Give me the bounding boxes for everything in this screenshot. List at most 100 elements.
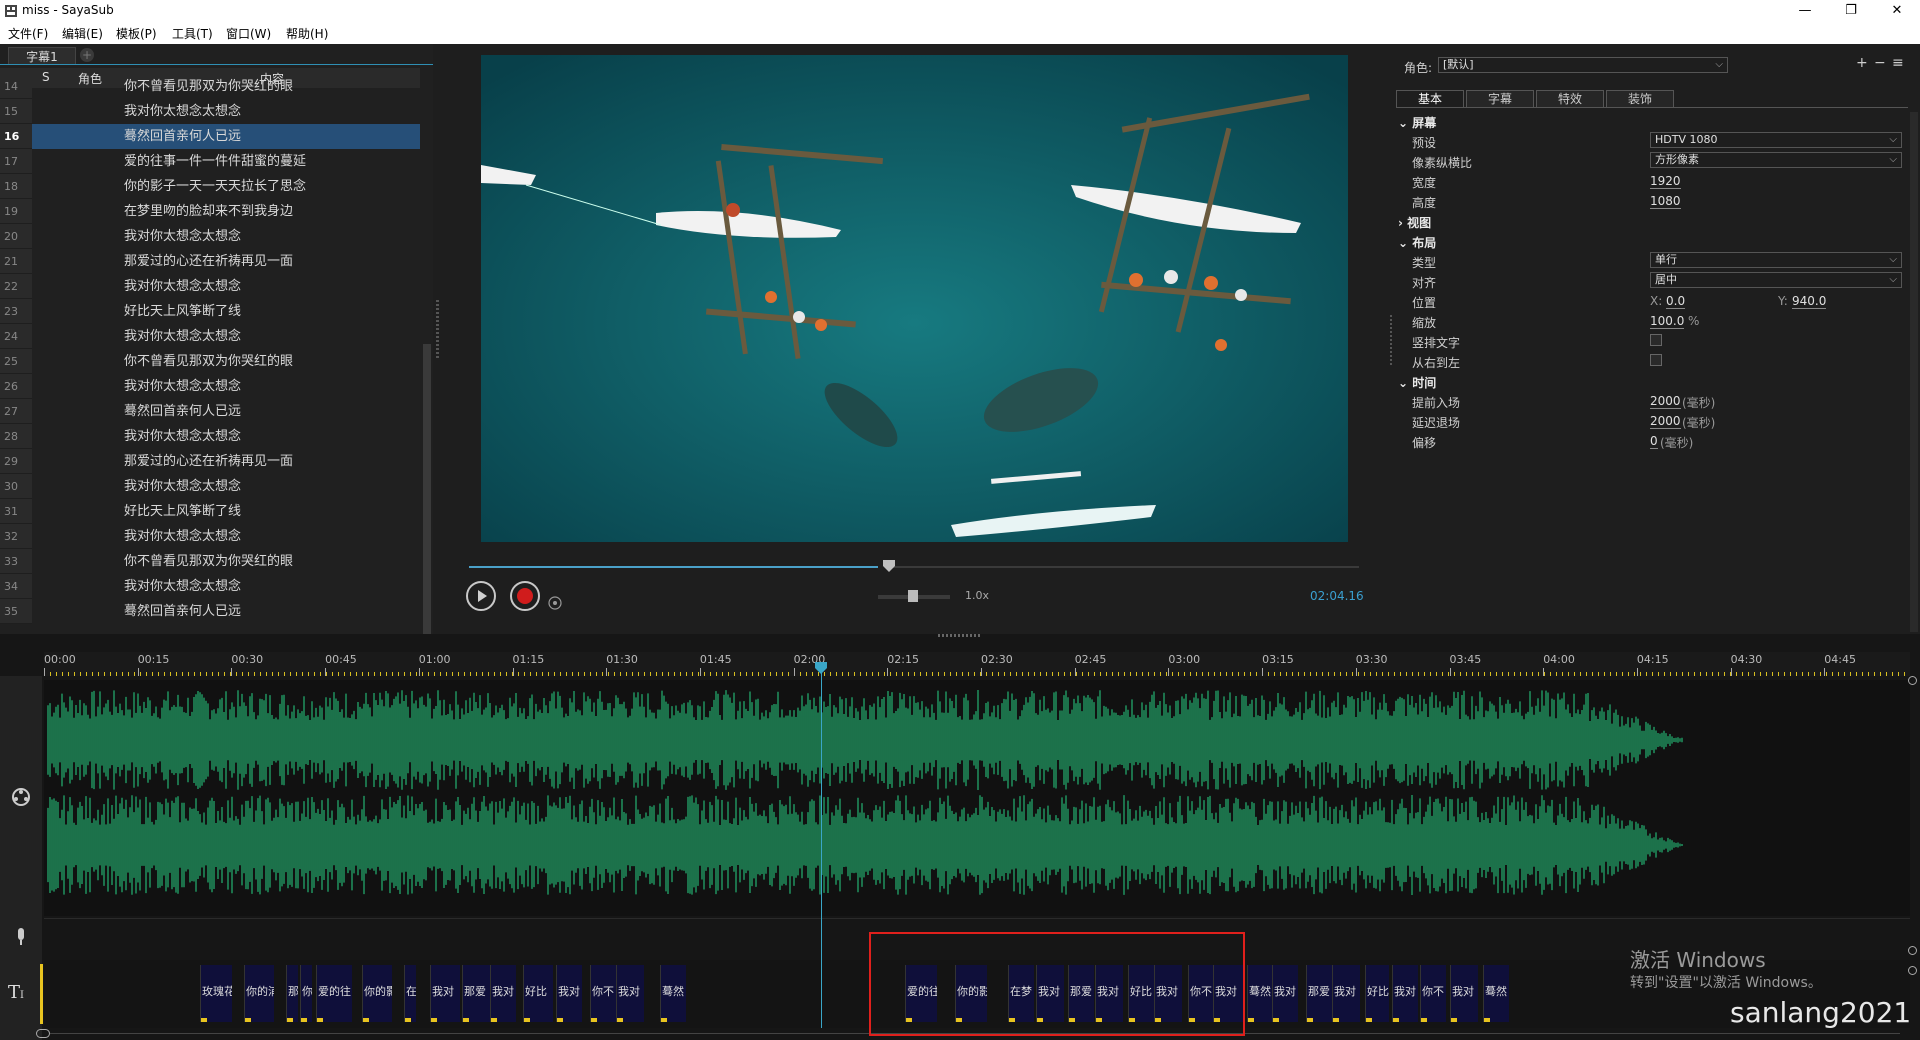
section-layout[interactable]: ⌄ 布局 [1398, 234, 1436, 251]
subtitle-clip[interactable]: 玫瑰花 [200, 965, 232, 1022]
table-row[interactable]: 15 我对你太想念太想念 [0, 99, 420, 124]
table-row[interactable]: 18 你的影子一天一天天拉长了思念 [0, 174, 420, 199]
table-row[interactable]: 27 蓦然回首亲何人已远 [0, 399, 420, 424]
play-button[interactable] [466, 581, 496, 611]
table-row[interactable]: 25 你不曾看见那双为你哭红的眼 [0, 349, 420, 374]
subtitle-clip[interactable]: 你 [300, 965, 312, 1022]
subtitle-clip[interactable]: 那爱 [1306, 965, 1332, 1022]
table-row[interactable]: 26 我对你太想念太想念 [0, 374, 420, 399]
table-row[interactable]: 14 你不曾看见那双为你哭红的眼 [0, 74, 420, 99]
tab-effects[interactable]: 特效 [1536, 90, 1604, 108]
playhead[interactable] [821, 664, 822, 1028]
subtitle-clip[interactable]: 蓦然 [660, 965, 686, 1022]
remove-role-button[interactable]: − [1874, 55, 1886, 71]
type-dropdown[interactable]: 单行 ⌵ [1650, 252, 1902, 268]
table-row[interactable]: 19 在梦里吻的脸却来不到我身边 [0, 199, 420, 224]
table-row[interactable]: 17 爱的往事一件一件件甜蜜的蔓延 [0, 149, 420, 174]
menu-template[interactable]: 模板(P) [116, 25, 157, 42]
subtitle-clip[interactable]: 我对 [1450, 965, 1478, 1022]
properties-scrollbar[interactable] [1910, 112, 1918, 632]
subtitle-clip[interactable]: 那 [286, 965, 298, 1022]
waveform-area[interactable] [44, 680, 1910, 916]
table-row[interactable]: 23 好比天上风筝断了线 [0, 299, 420, 324]
timeline-vscroll[interactable] [1908, 676, 1918, 1028]
subtitle-clip[interactable]: 你不 [590, 965, 616, 1022]
table-row[interactable]: 32 我对你太想念太想念 [0, 524, 420, 549]
role-dropdown[interactable]: [默认] ⌵ [1438, 57, 1728, 73]
subtitle-clip[interactable]: 那爱 [462, 965, 490, 1022]
table-row[interactable]: 22 我对你太想念太想念 [0, 274, 420, 299]
menu-tools[interactable]: 工具(T) [172, 25, 213, 42]
subtitle-clip[interactable]: 蓦然 [1483, 965, 1509, 1022]
subtitle-clip[interactable]: 我对 [1332, 965, 1360, 1022]
table-row[interactable]: 33 你不曾看见那双为你哭红的眼 [0, 549, 420, 574]
record-button[interactable] [510, 581, 540, 611]
table-row[interactable]: 21 那爱过的心还在祈祷再见一面 [0, 249, 420, 274]
timeline-splitter[interactable] [938, 634, 982, 637]
subtitle-clip[interactable]: 你不 [1420, 965, 1446, 1022]
time-ruler[interactable] [44, 652, 1910, 676]
tab-subtitle[interactable]: 字幕 [1466, 90, 1534, 108]
text-track-icon[interactable]: TI [8, 982, 24, 1003]
width-field[interactable]: 1920 [1650, 174, 1681, 189]
subtitle-clip[interactable]: 好比 [523, 965, 553, 1022]
seek-thumb[interactable] [883, 560, 895, 572]
rtl-checkbox[interactable] [1650, 354, 1662, 366]
close-button[interactable]: ✕ [1874, 0, 1920, 22]
table-row[interactable]: 24 我对你太想念太想念 [0, 324, 420, 349]
role-menu-button[interactable]: ≡ [1892, 55, 1904, 71]
microphone-icon[interactable] [13, 926, 29, 948]
ratio-dropdown[interactable]: 方形像素 ⌵ [1650, 152, 1902, 168]
section-time[interactable]: ⌄ 时间 [1398, 374, 1436, 391]
subtitle-clip[interactable]: 我对 [430, 965, 460, 1022]
subtitle-clip[interactable]: 我对 [1272, 965, 1298, 1022]
seek-progress[interactable] [469, 566, 879, 568]
subtitle-clip[interactable]: 蓦然 [1247, 965, 1275, 1022]
list-scrollbar[interactable] [423, 344, 431, 672]
preset-dropdown[interactable]: HDTV 1080 ⌵ [1650, 132, 1902, 148]
table-row[interactable]: 28 我对你太想念太想念 [0, 424, 420, 449]
table-row[interactable]: 30 我对你太想念太想念 [0, 474, 420, 499]
offset-field[interactable]: 0 [1650, 434, 1658, 449]
record-settings-icon[interactable] [548, 596, 562, 610]
subtitle-clip[interactable]: 我对 [556, 965, 582, 1022]
restore-button[interactable]: ❐ [1828, 0, 1874, 22]
scale-field[interactable]: 100.0 [1650, 314, 1685, 329]
section-screen[interactable]: ⌄ 屏幕 [1398, 114, 1436, 131]
table-row[interactable]: 34 我对你太想念太想念 [0, 574, 420, 599]
timeline-hscroll-thumb[interactable] [36, 1029, 50, 1038]
table-row[interactable]: 20 我对你太想念太想念 [0, 224, 420, 249]
align-dropdown[interactable]: 居中 ⌵ [1650, 272, 1902, 288]
pos-x-field[interactable]: 0.0 [1666, 294, 1686, 309]
pos-y-field[interactable]: 940.0 [1792, 294, 1827, 309]
lead-in-field[interactable]: 2000 [1650, 394, 1681, 409]
tab-basic[interactable]: 基本 [1396, 90, 1464, 108]
seek-track[interactable] [889, 566, 1359, 568]
speed-thumb[interactable] [908, 590, 918, 602]
subtitle-clip[interactable]: 在 [404, 965, 416, 1022]
subtitle-clip[interactable]: 你的影 [362, 965, 392, 1022]
menu-window[interactable]: 窗口(W) [226, 25, 271, 42]
minimize-button[interactable]: — [1782, 0, 1828, 22]
subtitle-clip[interactable]: 你的浦 [244, 965, 274, 1022]
panel-splitter-left[interactable] [436, 300, 439, 360]
section-view[interactable]: › 视图 [1398, 214, 1431, 231]
lead-out-field[interactable]: 2000 [1650, 414, 1681, 429]
menu-help[interactable]: 帮助(H) [286, 25, 328, 42]
subtitle-clip[interactable]: 我对 [616, 965, 644, 1022]
menu-file[interactable]: 文件(F) [8, 25, 48, 42]
height-field[interactable]: 1080 [1650, 194, 1681, 209]
tab-subtitle-1[interactable]: 字幕1 [8, 47, 76, 65]
table-row[interactable]: 16 蓦然回首亲何人已远 [0, 124, 420, 149]
audio-track-icon[interactable] [10, 786, 32, 808]
tab-decoration[interactable]: 装饰 [1606, 90, 1674, 108]
table-row[interactable]: 35 蓦然回首亲何人已远 [0, 599, 420, 624]
add-role-button[interactable]: + [1856, 55, 1868, 71]
menu-edit[interactable]: 编辑(E) [62, 25, 103, 42]
subtitle-clip[interactable]: 我对 [1392, 965, 1418, 1022]
playhead-handle[interactable] [815, 662, 827, 674]
subtitle-clip[interactable]: 我对 [490, 965, 516, 1022]
subtitle-clip[interactable]: 爱的往 [316, 965, 352, 1022]
subtitle-clip[interactable]: 好比 [1365, 965, 1389, 1022]
add-tab-button[interactable]: + [80, 48, 94, 62]
